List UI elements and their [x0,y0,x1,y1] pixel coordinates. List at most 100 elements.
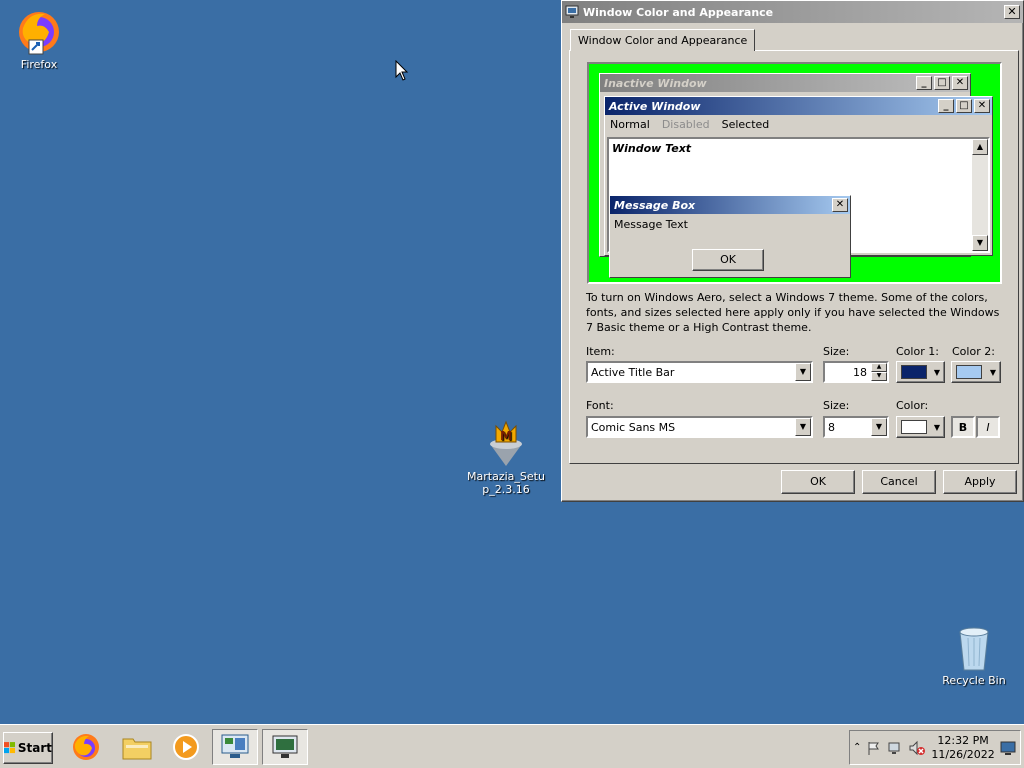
taskbar: Start ⌃ 12:32 PM 11/26/2022 [0,724,1024,768]
taskbar-file-explorer[interactable] [114,729,160,765]
volume-muted-icon[interactable] [908,740,926,756]
preview-inactive-title: Inactive Window [604,76,707,90]
preview-menu-normal: Normal [610,118,650,131]
spinner-buttons[interactable]: ▲ ▼ [871,363,887,381]
window-title: Window Color and Appearance [583,5,774,19]
color2-swatch [956,365,982,379]
desktop-icon-label: Martazia_Setup_2.3.16 [467,470,545,496]
font-label: Font: [586,399,614,412]
preview-msgbox-ok-button: OK [692,249,764,271]
spin-up-icon[interactable]: ▲ [871,363,887,372]
mouse-cursor-icon [395,60,409,81]
font-size-dropdown[interactable]: 8 ▼ [823,416,889,438]
preview-msgbox-title-bar: Message Box ✕ [610,196,850,214]
desktop-icon-recycle-bin[interactable]: Recycle Bin [934,624,1014,687]
recycle-bin-icon [959,627,989,671]
taskbar-firefox[interactable] [63,729,109,765]
preview-msgbox-title: Message Box [614,198,696,212]
close-icon: ✕ [974,99,990,113]
maximize-icon: □ [956,99,972,113]
show-hidden-icons-icon[interactable]: ⌃ [853,742,861,753]
spin-down-icon[interactable]: ▼ [871,372,887,381]
color1-label: Color 1: [896,345,939,358]
show-desktop-icon[interactable] [1000,740,1016,756]
preview-inactive-title-bar: Inactive Window _ □ ✕ [600,74,970,92]
installer-icon: M [490,420,522,466]
firefox-icon [19,12,59,55]
minimize-icon: _ [916,76,932,90]
desktop-icon-firefox[interactable]: Firefox [0,6,78,71]
network-icon[interactable] [887,740,903,756]
scroll-down-icon: ▼ [972,235,988,251]
item-dropdown[interactable]: Active Title Bar ▼ [586,361,813,383]
font-color-label: Color: [896,399,929,412]
appearance-preview: Inactive Window _ □ ✕ Active Window _ □ … [587,62,1002,284]
item-value: Active Title Bar [591,365,675,379]
preview-menu-selected: Selected [721,118,770,131]
italic-toggle[interactable]: I [976,416,1000,438]
size2-label: Size: [823,399,850,412]
tab-panel: Inactive Window _ □ ✕ Active Window _ □ … [569,50,1019,464]
close-icon: ✕ [952,76,968,90]
chevron-down-icon: ▼ [795,363,811,381]
aero-info-text: To turn on Windows Aero, select a Window… [586,291,1000,334]
maximize-icon: □ [934,76,950,90]
taskbar-media-player[interactable] [163,729,209,765]
desktop-icon-label: Firefox [20,58,58,71]
window-color-appearance-dialog: Window Color and Appearance ✕ Window Col… [561,0,1024,502]
font-value: Comic Sans MS [591,420,676,434]
folder-icon [122,738,152,760]
chevron-down-icon: ▼ [795,418,811,436]
taskbar-control-panel[interactable] [212,729,258,765]
close-button[interactable]: ✕ [1004,5,1020,19]
tab-window-color-appearance[interactable]: Window Color and Appearance [570,29,756,51]
start-button[interactable]: Start [3,732,53,764]
start-label: Start [17,741,52,755]
item-label: Item: [586,345,615,358]
desktop-icon-martazia-setup[interactable]: M Martazia_Setup_2.3.16 [466,416,546,496]
preview-msgbox-text: Message Text [614,218,688,231]
apply-button[interactable]: Apply [943,470,1017,494]
chevron-down-icon: ▼ [933,422,940,432]
system-tray: ⌃ 12:32 PM 11/26/2022 [849,730,1021,765]
preview-window-text: Window Text [612,142,692,155]
font-dropdown[interactable]: Comic Sans MS ▼ [586,416,813,438]
taskbar-window-color-appearance[interactable] [262,729,308,765]
firefox-icon [73,734,99,760]
font-color-button[interactable]: ▼ [896,416,945,438]
preview-scrollbar: ▲ ▼ [972,139,988,251]
bold-toggle[interactable]: B [951,416,975,438]
item-size-spinner[interactable]: 18 ▲ ▼ [823,361,889,383]
chevron-down-icon: ▼ [933,367,940,377]
display-settings-icon [565,5,579,18]
preview-menu-disabled: Disabled [661,118,710,131]
size1-label: Size: [823,345,850,358]
title-bar[interactable]: Window Color and Appearance ✕ [562,1,1023,23]
close-icon: ✕ [832,198,848,212]
display-settings-icon [272,735,298,758]
svg-text:M: M [500,429,512,443]
color1-swatch [901,365,927,379]
clock-time: 12:32 PM [937,733,989,747]
preview-active-title: Active Window [609,99,701,113]
chevron-down-icon: ▼ [989,367,996,377]
preview-active-title-bar: Active Window _ □ ✕ [605,97,992,115]
font-color-swatch [901,420,927,434]
cancel-button[interactable]: Cancel [862,470,936,494]
font-size-value: 8 [828,420,835,434]
windows-logo-icon [4,742,16,754]
clock-date: 11/26/2022 [931,747,995,761]
media-player-icon [173,734,199,760]
action-center-flag-icon[interactable] [866,740,882,756]
preview-menu-bar: Normal Disabled Selected [605,115,992,134]
scroll-up-icon: ▲ [972,139,988,155]
color2-label: Color 2: [952,345,995,358]
control-panel-icon [221,734,249,758]
minimize-icon: _ [938,99,954,113]
desktop-icon-label: Recycle Bin [942,674,1006,687]
color2-button[interactable]: ▼ [951,361,1001,383]
preview-message-box: Message Box ✕ Message Text OK [609,195,851,278]
ok-button[interactable]: OK [781,470,855,494]
clock[interactable]: 12:32 PM 11/26/2022 [931,734,994,762]
color1-button[interactable]: ▼ [896,361,945,383]
